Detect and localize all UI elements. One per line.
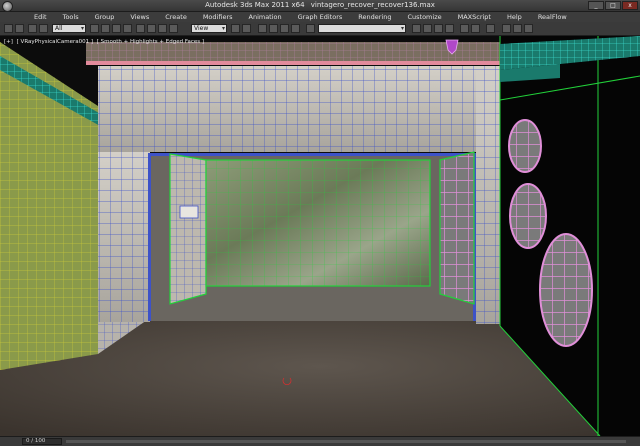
window-controls: _ □ x <box>588 1 638 10</box>
viewport-camera-name[interactable]: [ VRayPhysicalCamera001 ] <box>17 39 93 45</box>
menu-modifiers[interactable]: Modifiers <box>195 12 241 22</box>
snaps-toggle-icon[interactable] <box>258 24 267 33</box>
main-toolbar: All View <box>0 22 640 36</box>
select-rotate-icon[interactable] <box>147 24 156 33</box>
viewport-label[interactable]: [+] [ VRayPhysicalCamera001 ] [ Smooth +… <box>4 39 206 45</box>
angle-snap-icon[interactable] <box>269 24 278 33</box>
porthole-window-top <box>508 119 542 173</box>
viewport-plus-menu[interactable]: [+] <box>4 39 13 45</box>
rectangular-selection-icon[interactable] <box>112 24 121 33</box>
render-setup-icon[interactable] <box>502 24 511 33</box>
select-by-name-icon[interactable] <box>101 24 110 33</box>
perspective-viewport[interactable]: [+] [ VRayPhysicalCamera001 ] [ Smooth +… <box>0 36 640 436</box>
link-icon[interactable] <box>28 24 37 33</box>
door-frame-top <box>148 153 476 156</box>
window-crossing-icon[interactable] <box>123 24 132 33</box>
window-title: Autodesk 3ds Max 2011 x64 vintagero_reco… <box>200 1 440 9</box>
spinner-snap-icon[interactable] <box>291 24 300 33</box>
app-title: Autodesk 3ds Max 2011 x64 <box>205 1 305 9</box>
select-object-icon[interactable] <box>90 24 99 33</box>
menu-realflow[interactable]: RealFlow <box>530 12 575 22</box>
material-editor-icon[interactable] <box>486 24 495 33</box>
app-logo-icon[interactable] <box>2 1 13 12</box>
undo-icon[interactable] <box>4 24 13 33</box>
unlink-icon[interactable] <box>39 24 48 33</box>
align-icon[interactable] <box>423 24 432 33</box>
select-place-icon[interactable] <box>169 24 178 33</box>
graphite-ribbon-icon[interactable] <box>445 24 454 33</box>
ceiling-trim <box>86 61 504 65</box>
selection-filter-dropdown[interactable]: All <box>52 24 86 33</box>
pivot-icon[interactable] <box>231 24 240 33</box>
menu-views[interactable]: Views <box>122 12 157 22</box>
maximize-button[interactable]: □ <box>605 1 621 10</box>
menu-maxscript[interactable]: MAXScript <box>450 12 499 22</box>
named-selection-dropdown[interactable] <box>318 24 406 33</box>
redo-icon[interactable] <box>15 24 24 33</box>
percent-snap-icon[interactable] <box>280 24 289 33</box>
porthole-window-bottom <box>539 233 593 347</box>
time-slider-bar: 0 / 100 <box>0 436 640 446</box>
layer-manager-icon[interactable] <box>434 24 443 33</box>
viewport-render <box>0 36 640 436</box>
close-button[interactable]: x <box>622 1 638 10</box>
menu-help[interactable]: Help <box>499 12 530 22</box>
edit-named-selection-icon[interactable] <box>306 24 315 33</box>
select-move-icon[interactable] <box>136 24 145 33</box>
menu-group[interactable]: Group <box>87 12 123 22</box>
select-scale-icon[interactable] <box>158 24 167 33</box>
menu-edit[interactable]: Edit <box>26 12 55 22</box>
title-bar: Autodesk 3ds Max 2011 x64 vintagero_reco… <box>0 0 640 12</box>
menu-tools[interactable]: Tools <box>55 12 87 22</box>
mirror-icon[interactable] <box>412 24 421 33</box>
right-glass-door <box>440 152 474 304</box>
schematic-view-icon[interactable] <box>471 24 480 33</box>
menu-bar: Edit Tools Group Views Create Modifiers … <box>0 12 640 22</box>
viewport-shading-mode[interactable]: [ Smooth + Highlights + Edged Faces ] <box>97 39 204 45</box>
timeline-slider[interactable] <box>66 440 626 443</box>
curve-editor-icon[interactable] <box>460 24 469 33</box>
menu-graph-editors[interactable]: Graph Editors <box>290 12 351 22</box>
door-sign <box>179 205 199 219</box>
render-production-icon[interactable] <box>524 24 533 33</box>
menu-create[interactable]: Create <box>157 12 195 22</box>
menu-animation[interactable]: Animation <box>241 12 290 22</box>
file-name: vintagero_recover_recover136.max <box>310 1 435 9</box>
menu-rendering[interactable]: Rendering <box>350 12 399 22</box>
minimize-button[interactable]: _ <box>588 1 604 10</box>
frame-counter[interactable]: 0 / 100 <box>22 438 62 445</box>
menu-customize[interactable]: Customize <box>399 12 449 22</box>
porthole-window-middle <box>509 183 547 249</box>
reference-coord-dropdown[interactable]: View <box>191 24 227 33</box>
rendered-frame-window-icon[interactable] <box>513 24 522 33</box>
select-manipulate-icon[interactable] <box>242 24 251 33</box>
